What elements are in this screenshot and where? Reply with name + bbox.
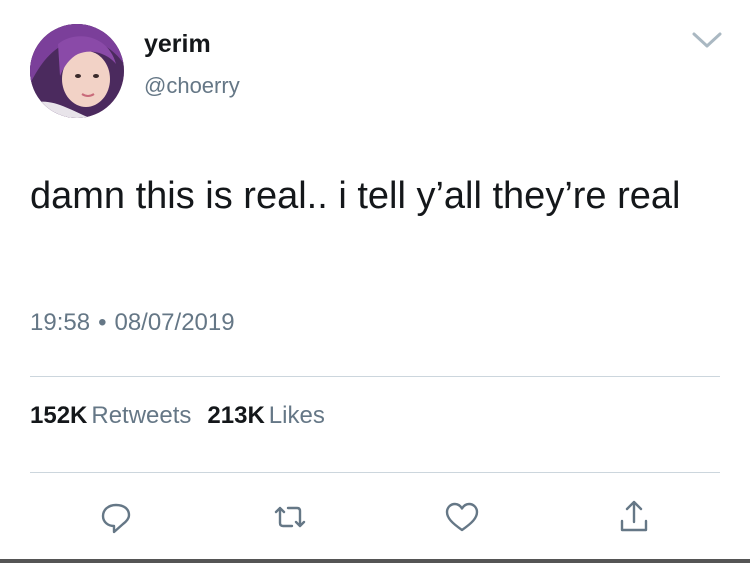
retweet-button[interactable]	[270, 497, 310, 537]
bottom-edge	[0, 559, 750, 563]
share-icon	[620, 500, 648, 532]
likes-count: 213K	[207, 402, 265, 429]
share-button[interactable]	[614, 497, 654, 537]
retweets-label: Retweets	[91, 402, 192, 429]
display-name[interactable]: yerim	[144, 30, 211, 59]
likes-stat[interactable]: 213K Likes	[207, 402, 324, 429]
tweet-time: 19:58	[30, 309, 91, 336]
avatar[interactable]	[30, 24, 124, 118]
avatar-image	[30, 24, 124, 118]
tweet-timestamp[interactable]: 19:58 • 08/07/2019	[30, 309, 235, 337]
heart-icon	[445, 502, 479, 532]
tweet-stats: 152K Retweets 213K Likes	[30, 402, 325, 430]
divider	[30, 376, 720, 377]
user-handle[interactable]: @choerry	[144, 73, 240, 99]
likes-label: Likes	[268, 402, 325, 429]
reply-icon	[101, 503, 131, 534]
action-bar	[0, 497, 750, 537]
like-button[interactable]	[442, 497, 482, 537]
tweet-date: 08/07/2019	[114, 309, 235, 336]
reply-button[interactable]	[96, 497, 136, 537]
retweets-stat[interactable]: 152K Retweets	[30, 402, 191, 429]
retweet-icon	[274, 506, 306, 528]
divider	[30, 472, 720, 473]
separator-dot: •	[98, 309, 107, 336]
chevron-down-icon[interactable]	[690, 30, 724, 50]
retweets-count: 152K	[30, 402, 88, 429]
tweet-text: damn this is real.. i tell y’all they’re…	[30, 175, 681, 217]
